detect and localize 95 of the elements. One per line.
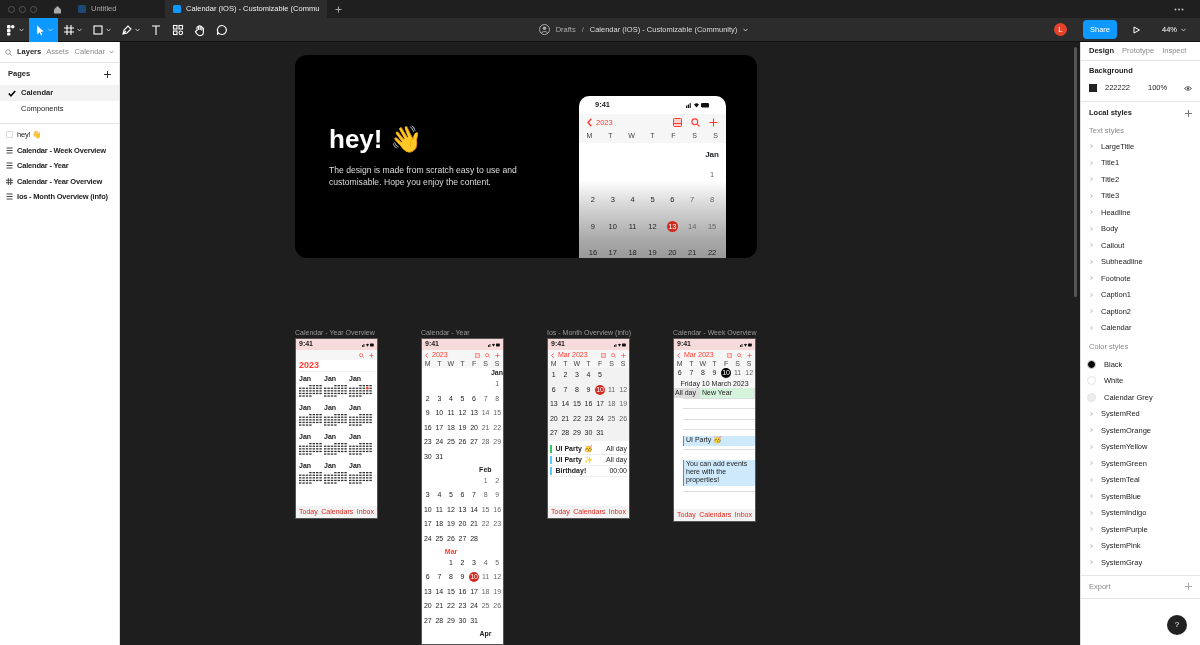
- frame-icon: [63, 23, 75, 36]
- home-icon[interactable]: [53, 4, 62, 14]
- hero-text: The design is made from scratch easy to use and customisable. Hope you enjoy the content.: [329, 165, 518, 189]
- user-avatar[interactable]: L: [1053, 23, 1067, 36]
- rows-icon: [6, 193, 13, 201]
- expand-icon[interactable]: [1090, 243, 1093, 248]
- hero-title: hey! 👋: [329, 125, 422, 154]
- expand-icon[interactable]: [1090, 461, 1093, 466]
- caret-icon: [106, 27, 111, 32]
- mini-month-drawing: [324, 472, 348, 485]
- play-icon[interactable]: [1133, 25, 1140, 34]
- expand-icon[interactable]: [1090, 428, 1093, 433]
- caret-icon: [135, 27, 140, 32]
- caret-icon: [743, 27, 749, 32]
- mini-month-drawing: [349, 472, 373, 485]
- chevron-left-icon: [551, 352, 554, 358]
- app-menu-icon: [5, 23, 17, 36]
- expand-icon[interactable]: [1090, 309, 1093, 314]
- hand-icon: [194, 23, 206, 36]
- pen-icon: [121, 23, 133, 36]
- expand-icon[interactable]: [1090, 210, 1093, 215]
- expand-icon[interactable]: [1090, 527, 1093, 532]
- search-icon[interactable]: [485, 352, 490, 358]
- search-icon[interactable]: [737, 352, 742, 358]
- chevron-left-icon: [587, 118, 592, 127]
- expand-icon[interactable]: [1090, 292, 1093, 297]
- caret-icon: [109, 50, 114, 54]
- expand-icon[interactable]: [1090, 193, 1093, 198]
- expand-icon[interactable]: [1090, 543, 1093, 548]
- mini-month-drawing: [299, 414, 323, 427]
- chevron-left-icon: [425, 352, 428, 358]
- status-icons: [614, 342, 626, 347]
- caret-icon: [77, 27, 82, 32]
- status-icons: [740, 342, 752, 347]
- help-button[interactable]: ?: [1167, 615, 1187, 635]
- calendar-view-icon[interactable]: [727, 352, 732, 358]
- search-icon[interactable]: [5, 48, 12, 56]
- comment-icon: [216, 23, 228, 36]
- caret-icon: [1181, 27, 1186, 32]
- expand-icon[interactable]: [1090, 144, 1093, 149]
- mini-month-drawing: [299, 472, 323, 485]
- grid-icon: [6, 177, 13, 185]
- expand-icon[interactable]: [1090, 560, 1093, 565]
- mini-month-drawing: [349, 385, 373, 398]
- mini-month-drawing: [299, 443, 323, 456]
- calendar-view-icon[interactable]: [601, 352, 606, 358]
- plus-icon[interactable]: [104, 70, 111, 78]
- more-icon[interactable]: [1174, 7, 1184, 11]
- tool-button[interactable]: [29, 17, 58, 42]
- avatar-icon: [538, 24, 550, 35]
- month-label: Jan: [704, 148, 720, 161]
- expand-icon[interactable]: [1090, 494, 1093, 499]
- status-icons: [362, 342, 374, 347]
- expand-icon[interactable]: [1090, 411, 1093, 416]
- expand-icon[interactable]: [1090, 177, 1093, 182]
- expand-icon[interactable]: [1090, 160, 1093, 165]
- cursor-icon: [34, 23, 46, 36]
- resources-icon: [172, 23, 184, 36]
- search-icon[interactable]: [611, 352, 616, 358]
- status-icons: [488, 342, 500, 347]
- file-icon: [78, 5, 86, 13]
- year-title: 2023: [299, 360, 374, 372]
- scrollbar[interactable]: [1074, 47, 1077, 297]
- plus-icon[interactable]: [335, 5, 343, 13]
- dashed-frame-icon: [6, 131, 13, 139]
- mini-month-drawing: [324, 385, 348, 398]
- expand-icon[interactable]: [1090, 444, 1093, 449]
- check-icon: [8, 89, 16, 97]
- rows-icon: [6, 162, 13, 170]
- caret-icon: [19, 27, 24, 32]
- expand-icon[interactable]: [1090, 226, 1093, 231]
- calendar-view-icon[interactable]: [673, 118, 682, 127]
- eye-icon[interactable]: [1184, 85, 1192, 91]
- mini-month-drawing: [324, 443, 348, 456]
- mini-month-drawing: [299, 385, 323, 398]
- text-tool-icon: [150, 23, 162, 36]
- mini-month-drawing: [349, 414, 373, 427]
- caret-icon: [48, 27, 53, 32]
- phone-frame[interactable]: [421, 338, 504, 645]
- search-icon[interactable]: [691, 118, 700, 127]
- status-icons: [686, 102, 710, 108]
- rows-icon: [6, 146, 13, 154]
- calendar-view-icon[interactable]: [475, 352, 480, 358]
- mini-month-drawing: [349, 443, 373, 456]
- expand-icon[interactable]: [1090, 325, 1093, 330]
- expand-icon[interactable]: [1090, 510, 1093, 515]
- chevron-left-icon: [677, 352, 680, 358]
- color-swatch[interactable]: [1089, 84, 1097, 92]
- expand-icon[interactable]: [1090, 276, 1093, 281]
- mini-month-drawing: [324, 414, 348, 427]
- expand-icon[interactable]: [1090, 259, 1093, 264]
- file-icon: [173, 5, 181, 13]
- search-icon[interactable]: [359, 352, 364, 358]
- expand-icon[interactable]: [1090, 477, 1093, 482]
- square-icon: [92, 23, 104, 36]
